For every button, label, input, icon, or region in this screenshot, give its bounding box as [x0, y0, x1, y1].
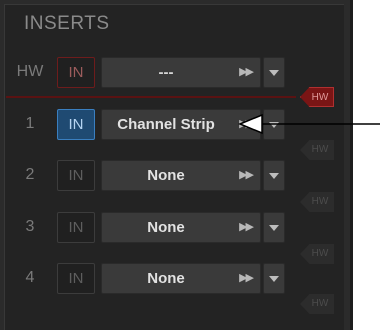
callout-arrow — [238, 113, 380, 135]
